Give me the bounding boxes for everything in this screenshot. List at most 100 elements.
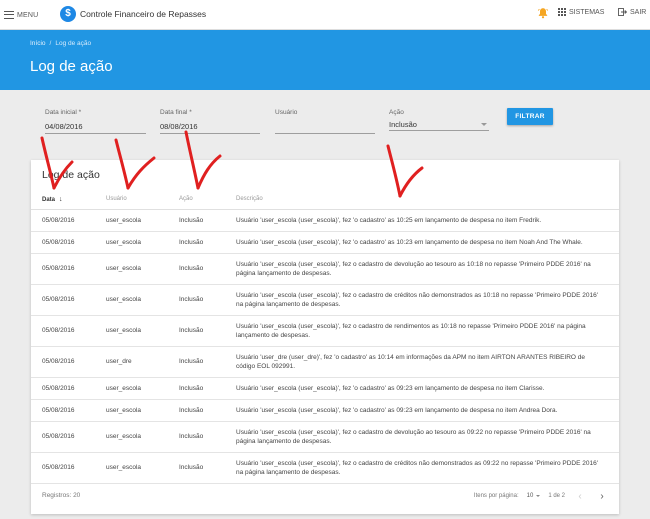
usuario-field: Usuário <box>275 109 375 134</box>
page-header: Início / Log de ação Log de ação <box>0 30 650 90</box>
cell-descricao: Usuário 'user_dre (user_dre)', fez 'o ca… <box>236 346 619 378</box>
cell-data: 05/08/2016 <box>31 421 106 453</box>
previous-page-icon[interactable]: ‹ <box>573 489 587 503</box>
page-range: 1 de 2 <box>548 493 565 499</box>
sair-label: SAIR <box>630 8 647 16</box>
breadcrumb-current: Log de ação <box>55 40 92 47</box>
cell-usuario: user_escola <box>106 231 179 254</box>
sistemas-button[interactable]: SISTEMAS <box>558 8 604 16</box>
cell-descricao: Usuário 'user_escola (user_escola)', fez… <box>236 231 619 254</box>
cell-data: 05/08/2016 <box>31 399 106 422</box>
table-row[interactable]: 05/08/2016 user_escola Inclusão Usuário … <box>31 253 619 285</box>
breadcrumb: Início / Log de ação <box>30 40 91 47</box>
exit-icon <box>618 8 627 16</box>
sistemas-label: SISTEMAS <box>569 8 605 16</box>
acao-label: Ação <box>389 109 404 116</box>
app-title: Controle Financeiro de Repasses <box>80 9 207 19</box>
column-header-descricao[interactable]: Descrição <box>236 190 619 210</box>
cell-usuario: user_escola <box>106 253 179 285</box>
bell-icon[interactable] <box>537 7 549 19</box>
cell-acao: Inclusão <box>179 346 236 378</box>
cell-data: 05/08/2016 <box>31 377 106 400</box>
hamburger-icon <box>4 11 14 19</box>
table-row[interactable]: 05/08/2016 user_escola Inclusão Usuário … <box>31 452 619 484</box>
cell-usuario: user_escola <box>106 421 179 453</box>
cell-descricao: Usuário 'user_escola (user_escola)', fez… <box>236 452 619 484</box>
cell-usuario: user_escola <box>106 209 179 232</box>
table-row[interactable]: 05/08/2016 user_escola Inclusão Usuário … <box>31 421 619 453</box>
log-table: Data ↓ Usuário Ação Descrição 05/08/2016 … <box>31 190 619 484</box>
cell-descricao: Usuário 'user_escola (user_escola)', fez… <box>236 284 619 316</box>
table-header-row: Data ↓ Usuário Ação Descrição <box>31 190 619 210</box>
cell-usuario: user_escola <box>106 284 179 316</box>
cell-acao: Inclusão <box>179 315 236 347</box>
cell-data: 05/08/2016 <box>31 284 106 316</box>
data-final-label: Data final <box>160 109 188 116</box>
apps-grid-icon <box>558 8 566 16</box>
chevron-down-icon <box>536 495 541 497</box>
breadcrumb-inicio[interactable]: Início <box>30 40 46 47</box>
log-card-title: Log de ação <box>42 169 100 181</box>
logout-button[interactable]: SAIR <box>618 8 646 16</box>
cell-acao: Inclusão <box>179 421 236 453</box>
table-row[interactable]: 05/08/2016 user_escola Inclusão Usuário … <box>31 284 619 316</box>
column-header-acao[interactable]: Ação <box>179 190 236 210</box>
cell-descricao: Usuário 'user_escola (user_escola)', fez… <box>236 421 619 453</box>
breadcrumb-separator: / <box>49 40 52 47</box>
registros-count: Registros: 20 <box>42 492 81 499</box>
cell-usuario: user_escola <box>106 399 179 422</box>
filtrar-button[interactable]: FILTRAR <box>507 108 553 125</box>
cell-data: 05/08/2016 <box>31 346 106 378</box>
cell-descricao: Usuário 'user_escola (user_escola)', fez… <box>236 209 619 232</box>
cell-usuario: user_dre <box>106 346 179 378</box>
cell-usuario: user_escola <box>106 452 179 484</box>
usuario-input[interactable] <box>275 120 375 134</box>
cell-data: 05/08/2016 <box>31 452 106 484</box>
data-inicial-label: Data inicial <box>45 109 77 116</box>
sort-arrow-down-icon: ↓ <box>59 195 63 203</box>
cell-data: 05/08/2016 <box>31 231 106 254</box>
app-logo: $ <box>60 6 76 22</box>
data-inicial-field: Data inicial * <box>45 109 146 134</box>
menu-button[interactable]: MENU <box>4 8 38 22</box>
usuario-label: Usuário <box>275 109 298 116</box>
acao-field: Ação Inclusão <box>389 109 489 131</box>
cell-data: 05/08/2016 <box>31 315 106 347</box>
page-title: Log de ação <box>30 58 113 75</box>
table-row[interactable]: 05/08/2016 user_escola Inclusão Usuário … <box>31 231 619 254</box>
cell-acao: Inclusão <box>179 284 236 316</box>
data-inicial-input[interactable] <box>45 120 146 134</box>
column-header-usuario[interactable]: Usuário <box>106 190 179 210</box>
data-final-field: Data final * <box>160 109 260 134</box>
itens-por-pagina-select[interactable]: 10 <box>527 493 541 499</box>
acao-select[interactable]: Inclusão <box>389 118 489 131</box>
menu-label: MENU <box>17 11 39 19</box>
required-marker: * <box>189 109 192 116</box>
cell-acao: Inclusão <box>179 399 236 422</box>
cell-descricao: Usuário 'user_escola (user_escola)', fez… <box>236 399 619 422</box>
data-final-input[interactable] <box>160 120 260 134</box>
table-row[interactable]: 05/08/2016 user_dre Inclusão Usuário 'us… <box>31 346 619 378</box>
acao-selected-value: Inclusão <box>389 120 417 129</box>
top-bar: MENU $ Controle Financeiro de Repasses S… <box>0 0 650 30</box>
cell-usuario: user_escola <box>106 377 179 400</box>
cell-data: 05/08/2016 <box>31 253 106 285</box>
cell-descricao: Usuário 'user_escola (user_escola)', fez… <box>236 377 619 400</box>
table-row[interactable]: 05/08/2016 user_escola Inclusão Usuário … <box>31 377 619 400</box>
cell-data: 05/08/2016 <box>31 209 106 232</box>
next-page-icon[interactable]: › <box>595 489 609 503</box>
cell-acao: Inclusão <box>179 452 236 484</box>
cell-acao: Inclusão <box>179 209 236 232</box>
cell-descricao: Usuário 'user_escola (user_escola)', fez… <box>236 315 619 347</box>
cell-acao: Inclusão <box>179 253 236 285</box>
table-row[interactable]: 05/08/2016 user_escola Inclusão Usuário … <box>31 209 619 232</box>
cell-acao: Inclusão <box>179 377 236 400</box>
cell-usuario: user_escola <box>106 315 179 347</box>
itens-por-pagina-label: Itens por página: <box>473 493 519 499</box>
pagination: Itens por página: 10 1 de 2 ‹ › <box>474 489 609 503</box>
column-header-data[interactable]: Data ↓ <box>31 190 106 210</box>
required-marker: * <box>78 109 82 116</box>
cell-acao: Inclusão <box>179 231 236 254</box>
table-row[interactable]: 05/08/2016 user_escola Inclusão Usuário … <box>31 399 619 422</box>
table-row[interactable]: 05/08/2016 user_escola Inclusão Usuário … <box>31 315 619 347</box>
